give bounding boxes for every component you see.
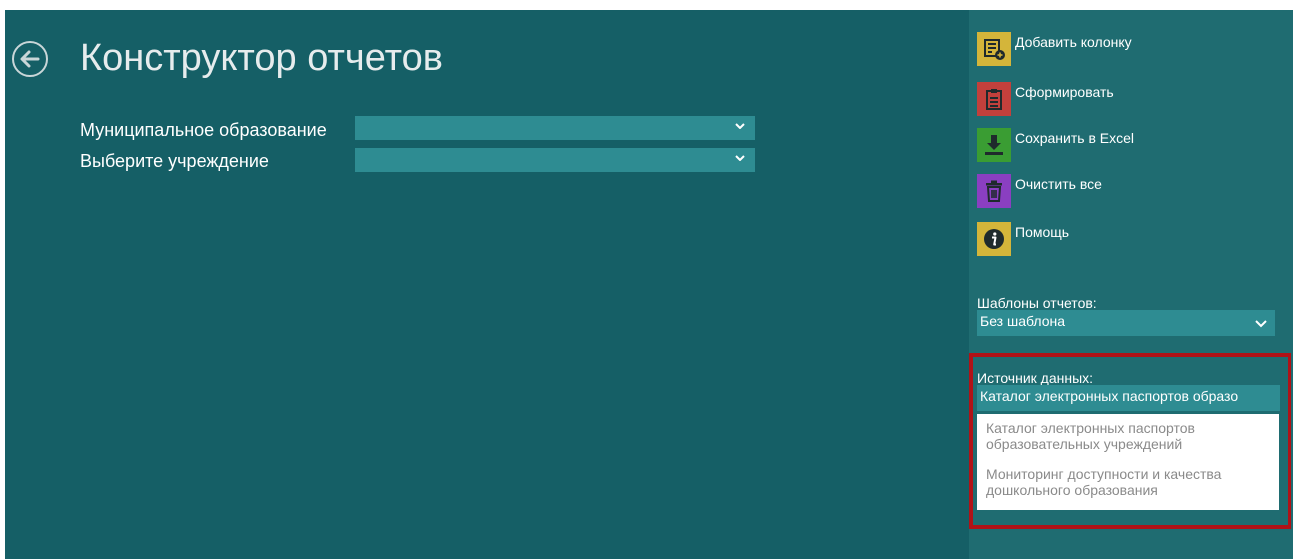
- templates-select-value: Без шаблона: [980, 313, 1066, 329]
- back-button[interactable]: [12, 41, 48, 77]
- download-icon: [977, 128, 1011, 162]
- templates-select[interactable]: Без шаблона: [977, 310, 1275, 336]
- add-column-button[interactable]: Добавить колонку: [977, 32, 1132, 68]
- clear-all-button[interactable]: Очистить все: [977, 174, 1102, 210]
- save-excel-label: Сохранить в Excel: [1015, 130, 1135, 146]
- institution-select[interactable]: [355, 148, 755, 172]
- clipboard-icon: [977, 82, 1011, 116]
- save-excel-button[interactable]: Сохранить в Excel: [977, 128, 1134, 164]
- clear-all-label: Очистить все: [1015, 176, 1102, 192]
- datasource-select[interactable]: Каталог электронных паспортов образо: [977, 385, 1280, 411]
- municipality-label: Муниципальное образование: [80, 120, 327, 140]
- page-title: Конструктор отчетов: [80, 37, 443, 79]
- templates-label: Шаблоны отчетов:: [977, 295, 1097, 311]
- datasource-option[interactable]: Каталог электронных паспортов образовате…: [986, 420, 1270, 452]
- chevron-down-icon: [735, 123, 745, 129]
- add-column-icon: [977, 32, 1011, 66]
- chevron-down-icon: [1255, 320, 1267, 328]
- help-button[interactable]: Помощь: [977, 222, 1069, 258]
- datasource-dropdown: Каталог электронных паспортов образовате…: [977, 414, 1279, 510]
- datasource-select-value: Каталог электронных паспортов образо: [980, 388, 1239, 404]
- help-label: Помощь: [1015, 224, 1070, 240]
- info-icon: [977, 222, 1011, 256]
- trash-icon: [977, 174, 1011, 208]
- datasource-label: Источник данных:: [977, 370, 1094, 386]
- generate-button[interactable]: Сформировать: [977, 82, 1114, 118]
- generate-label: Сформировать: [1015, 84, 1114, 100]
- institution-label: Выберите учреждение: [80, 151, 269, 171]
- arrow-left-circle-icon: [18, 49, 42, 69]
- datasource-option[interactable]: Мониторинг доступности и качества дошкол…: [986, 466, 1270, 498]
- side-panel: Добавить колонку Сформировать Сохранить …: [969, 10, 1293, 559]
- chevron-down-icon: [735, 155, 745, 161]
- add-column-label: Добавить колонку: [1015, 34, 1132, 50]
- main-panel: Конструктор отчетов Муниципальное образо…: [5, 10, 969, 559]
- municipality-select[interactable]: [355, 116, 755, 140]
